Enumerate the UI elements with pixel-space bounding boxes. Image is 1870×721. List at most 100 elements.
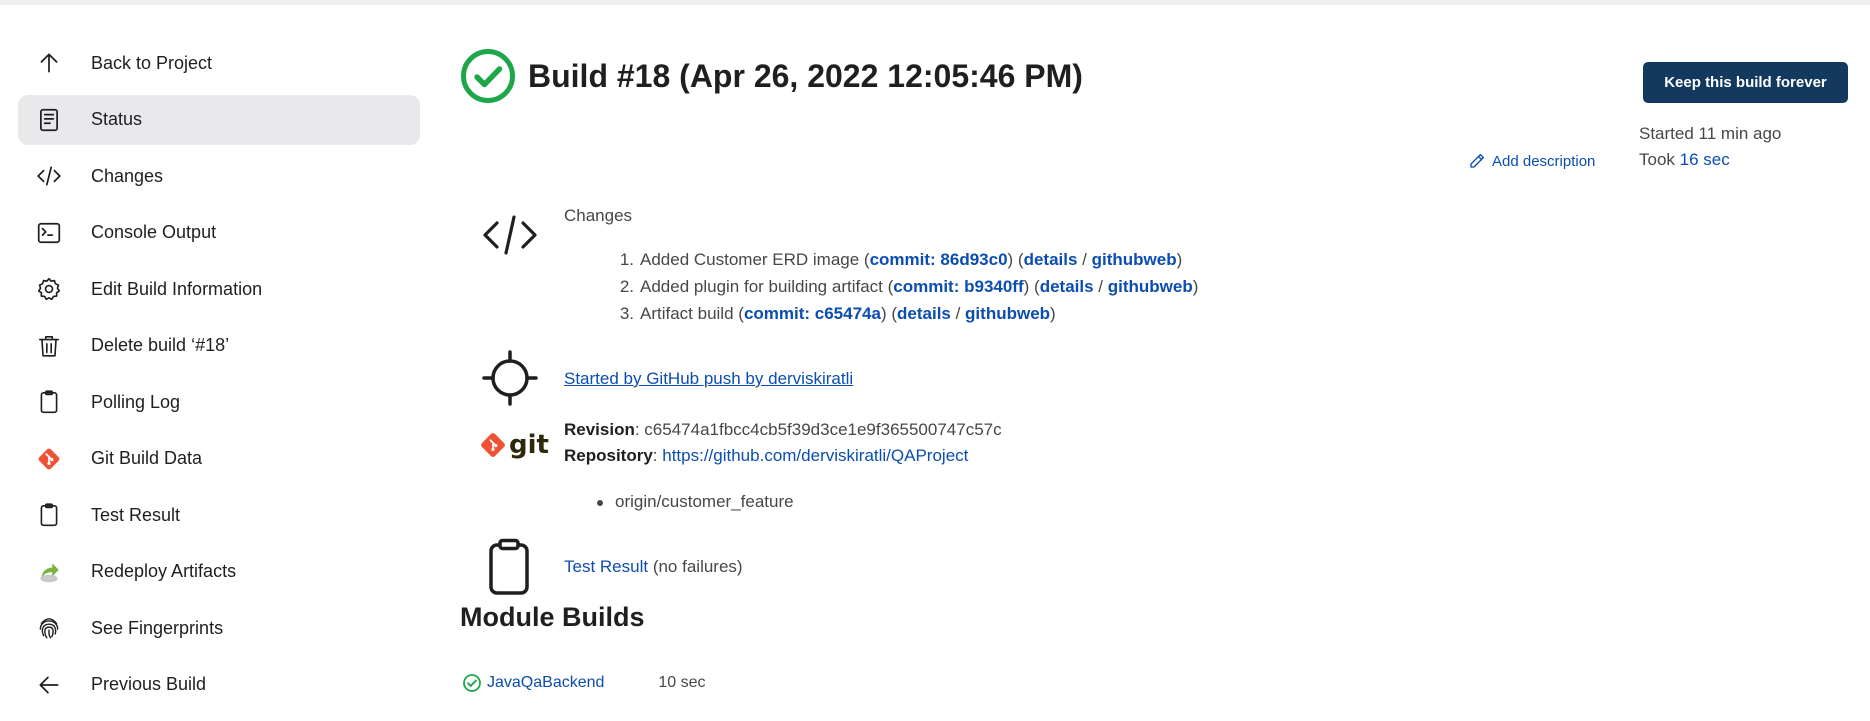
sidebar-item-label: Delete build ‘#18’ [91, 335, 230, 355]
githubweb-link[interactable]: githubweb [965, 304, 1050, 323]
gear-icon [34, 274, 64, 304]
sidebar-item-polling-log[interactable]: Polling Log [18, 377, 420, 427]
git-logo: git [480, 430, 549, 460]
sidebar-item-label: Status [91, 109, 143, 129]
sidebar-item-test-result[interactable]: Test Result [18, 490, 420, 540]
title-row: Build #18 (Apr 26, 2022 12:05:46 PM) [460, 48, 1083, 104]
page-title: Build #18 (Apr 26, 2022 12:05:46 PM) [528, 57, 1083, 94]
sidebar-item-edit-build-information[interactable]: Edit Build Information [18, 264, 420, 314]
list-item: 2. Added plugin for building artifact (co… [614, 273, 1199, 300]
sidebar-item-label: Back to Project [91, 52, 213, 73]
repository-line: Repository: https://github.com/derviskir… [564, 446, 968, 466]
test-result-link[interactable]: Test Result [564, 557, 648, 576]
revision-line: Revision: c65474a1fbcc4cb5f39d3ce1e9f365… [564, 420, 1002, 440]
git-wordmark: git [509, 430, 549, 460]
success-check-icon [461, 49, 515, 103]
separator: ) ( [1007, 250, 1024, 269]
repository-link[interactable]: https://github.com/derviskiratli/QAProje… [662, 446, 968, 465]
module-duration: 10 sec [658, 674, 706, 691]
main-content: Build #18 (Apr 26, 2022 12:05:46 PM) Kee… [460, 0, 1860, 721]
fingerprint-icon [34, 613, 64, 643]
sidebar-item-delete-build[interactable]: Delete build ‘#18’ [18, 321, 420, 371]
sidebar-item-label: Changes [91, 165, 164, 186]
redeploy-icon [34, 557, 64, 587]
clipboard-icon [489, 538, 529, 595]
sidebar-item-label: Edit Build Information [91, 278, 263, 299]
git-icon [481, 433, 505, 457]
githubweb-link[interactable]: githubweb [1092, 250, 1177, 269]
changes-list: 1. Added Customer ERD image (commit: 86d9… [614, 246, 1199, 327]
add-description-button[interactable]: Add description [1468, 152, 1595, 170]
pencil-icon [1470, 153, 1485, 168]
code-icon [34, 161, 64, 191]
test-result-line: Test Result (no failures) [564, 557, 743, 577]
list-item: 3. Artifact build (commit: c65474a) (deta… [614, 300, 1198, 327]
document-icon [34, 105, 64, 135]
details-link[interactable]: details [897, 304, 951, 323]
change-text: Added plugin for building artifact ( [640, 277, 894, 296]
trash-icon [34, 331, 64, 361]
repository-label: Repository [564, 446, 653, 465]
took-label: Took [1639, 150, 1680, 169]
module-link[interactable]: JavaQaBackend [487, 674, 604, 692]
list-number: 3. [619, 304, 634, 323]
branch-item: origin/customer_feature [597, 492, 794, 512]
bullet [597, 499, 603, 506]
terminal-icon [34, 218, 64, 248]
separator: ) ( [1023, 277, 1040, 296]
separator: / [1093, 277, 1108, 296]
list-number: 2. [619, 277, 634, 296]
started-time: Started 11 min ago [1639, 124, 1782, 143]
sidebar: Back to Project Status Changes Console O… [18, 38, 420, 716]
separator: ) ( [880, 304, 898, 323]
sidebar-item-label: Previous Build [91, 674, 207, 694]
details-link[interactable]: details [1024, 250, 1078, 269]
sidebar-item-back-to-project[interactable]: Back to Project [18, 38, 420, 88]
details-link[interactable]: details [1040, 277, 1094, 296]
build-duration: Took 16 sec [1639, 150, 1730, 170]
clipboard-icon [34, 500, 64, 530]
sidebar-item-see-fingerprints[interactable]: See Fingerprints [18, 603, 420, 653]
sidebar-item-label: See Fingerprints [91, 617, 224, 638]
clipboard-icon [34, 387, 64, 417]
separator: / [950, 304, 966, 323]
crosshair-icon [482, 350, 538, 406]
separator: ) [1176, 250, 1183, 269]
branch-name: origin/customer_feature [615, 492, 794, 511]
separator: ) [1050, 304, 1056, 323]
duration-link[interactable]: 16 sec [1680, 150, 1730, 169]
githubweb-link[interactable]: githubweb [1108, 277, 1193, 296]
sidebar-item-status[interactable]: Status [18, 94, 420, 145]
add-description-label: Add description [1492, 152, 1596, 170]
code-icon [483, 215, 537, 255]
trigger-cause-link[interactable]: Started by GitHub push by derviskiratli [564, 369, 853, 389]
commit-link[interactable]: commit: c65474a [744, 304, 881, 323]
sidebar-item-changes[interactable]: Changes [18, 151, 420, 201]
sidebar-item-label: Polling Log [91, 391, 181, 412]
module-builds-heading: Module Builds [460, 602, 645, 632]
keep-build-forever-button[interactable]: Keep this build forever [1643, 62, 1848, 103]
sidebar-item-label: Console Output [91, 222, 217, 242]
table-row: JavaQaBackend 10 sec [462, 673, 706, 693]
separator: / [1077, 250, 1092, 269]
list-number: 1. [619, 250, 634, 269]
sidebar-item-previous-build[interactable]: Previous Build [18, 660, 420, 710]
commit-link[interactable]: commit: 86d93c0 [870, 250, 1008, 269]
change-text: Artifact build ( [640, 304, 744, 323]
sidebar-item-label: Redeploy Artifacts [91, 561, 237, 581]
sidebar-item-git-build-data[interactable]: Git Build Data [18, 434, 420, 484]
git-icon [34, 444, 64, 474]
sidebar-item-console-output[interactable]: Console Output [18, 208, 420, 258]
sidebar-item-label: Git Build Data [91, 448, 203, 468]
sidebar-item-redeploy-artifacts[interactable]: Redeploy Artifacts [18, 547, 420, 597]
list-item: 1. Added Customer ERD image (commit: 86d9… [614, 246, 1198, 273]
revision-value: : c65474a1fbcc4cb5f39d3ce1e9f365500747c5… [634, 420, 1002, 439]
commit-link[interactable]: commit: b9340ff [893, 277, 1023, 296]
sidebar-item-label: Test Result [91, 504, 181, 525]
change-text: Added Customer ERD image ( [640, 250, 870, 269]
success-check-icon [463, 674, 481, 692]
separator: ) [1192, 277, 1199, 296]
arrow-left-icon [34, 670, 64, 700]
arrow-up-icon [34, 48, 64, 78]
test-result-summary: (no failures) [648, 557, 743, 576]
